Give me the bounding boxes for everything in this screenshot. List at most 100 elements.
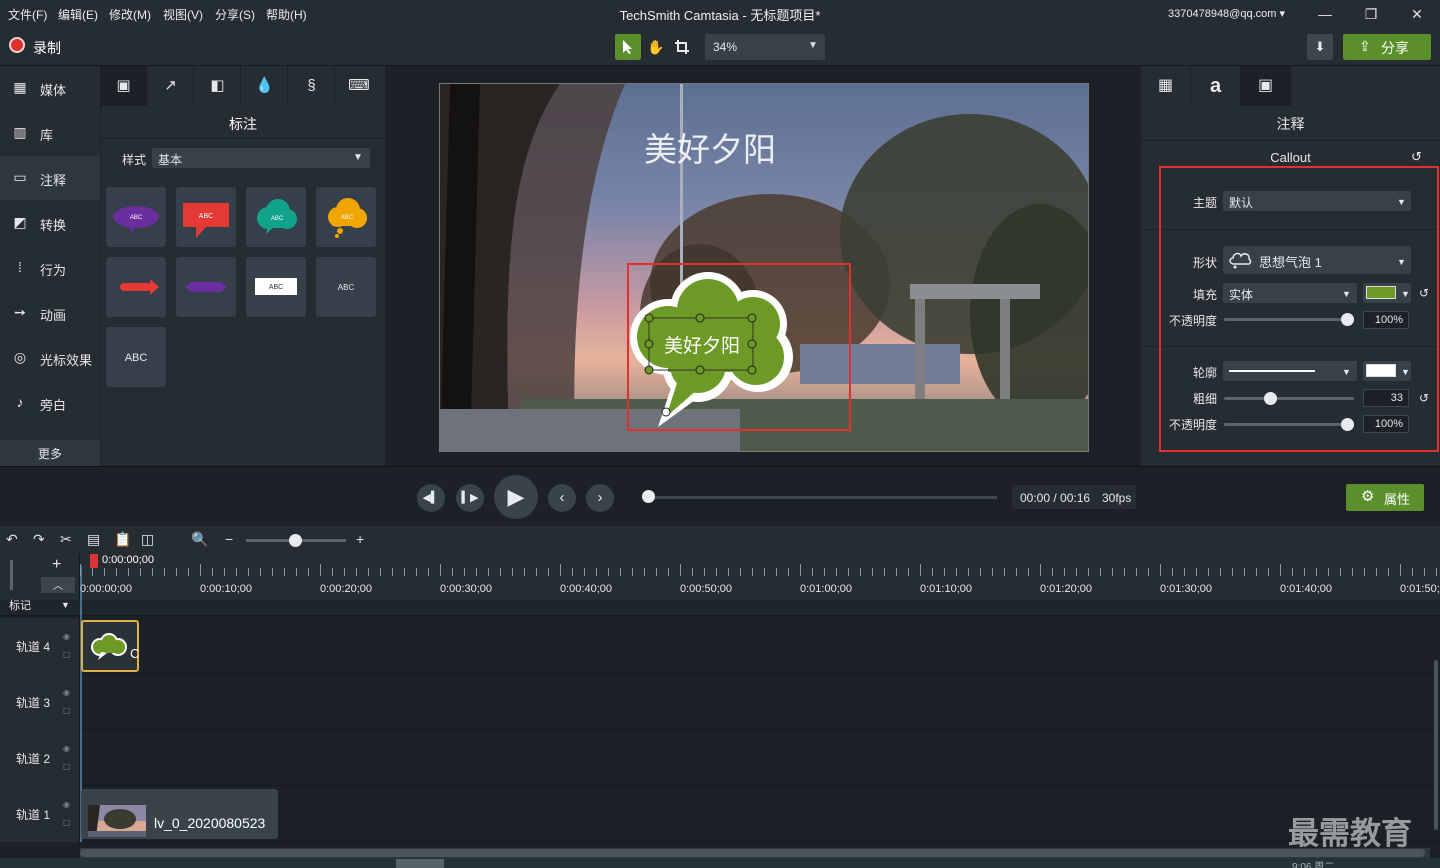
- record-icon[interactable]: [9, 37, 25, 53]
- track-height-slider[interactable]: [10, 560, 13, 590]
- eye-icon[interactable]: ◉: [63, 632, 70, 641]
- annotation-icon: ▭: [13, 169, 27, 185]
- menu-share[interactable]: 分享(S): [215, 6, 255, 23]
- add-track-icon[interactable]: +: [52, 556, 61, 574]
- style-select[interactable]: 基本: [152, 148, 370, 168]
- watermark: 最需教育: [1288, 816, 1412, 851]
- lock-icon[interactable]: ▢: [63, 706, 71, 715]
- svg-text:ABC: ABC: [130, 215, 143, 221]
- step-forward-button[interactable]: ▍▶: [456, 484, 484, 512]
- callout-section-title: Callout: [1270, 150, 1311, 165]
- sidebar-item-media[interactable]: ▦ 媒体: [0, 66, 100, 110]
- track-header[interactable]: 轨道 2 ◉ ▢: [0, 730, 80, 786]
- menu-edit[interactable]: 编辑(E): [58, 6, 98, 23]
- track-header[interactable]: 轨道 4 ◉ ▢: [0, 618, 80, 674]
- menu-file[interactable]: 文件(F): [8, 6, 47, 23]
- tab-sketch[interactable]: §: [289, 66, 335, 106]
- sidebar-item-voice-narration[interactable]: ♪ 旁白: [0, 381, 100, 425]
- callout-thumb-teal-cloud[interactable]: ABC: [246, 187, 306, 247]
- split-icon[interactable]: ◫: [141, 531, 154, 548]
- tab-text-properties[interactable]: a: [1191, 66, 1241, 106]
- close-button[interactable]: ✕: [1406, 3, 1428, 25]
- microphone-icon: ♪: [16, 394, 24, 410]
- copy-icon[interactable]: ▤: [87, 531, 100, 548]
- zoom-select[interactable]: 34%: [705, 34, 825, 60]
- redo-icon[interactable]: ↷: [33, 531, 45, 548]
- tab-shapes[interactable]: ◧: [195, 66, 241, 106]
- marker-label[interactable]: 标记: [9, 597, 31, 613]
- vertical-scrollbar[interactable]: [1434, 660, 1438, 830]
- playhead-marker[interactable]: [90, 554, 98, 568]
- minimize-button[interactable]: —: [1314, 3, 1336, 25]
- callout-thumb-purple-speech[interactable]: ABC: [106, 187, 166, 247]
- account-email: 3370478948@qq.com: [1168, 8, 1277, 20]
- properties-button[interactable]: 属性: [1346, 484, 1424, 511]
- next-button[interactable]: ›: [586, 484, 614, 512]
- search-icon[interactable]: 🔍: [191, 531, 208, 548]
- lock-icon[interactable]: ▢: [63, 650, 71, 659]
- playback-scrubber[interactable]: [643, 496, 997, 499]
- callout-thumb-red-arrow[interactable]: [106, 257, 166, 317]
- callout-thumb-red-speech[interactable]: ABC: [176, 187, 236, 247]
- ruler-tick-label: 0:00:20;00: [320, 583, 372, 595]
- zoom-out-icon[interactable]: −: [225, 531, 233, 547]
- previous-button[interactable]: ‹: [548, 484, 576, 512]
- hand-tool-button[interactable]: ✋: [643, 34, 669, 60]
- blur-icon: 💧: [255, 77, 274, 94]
- tab-keystroke[interactable]: ⌨: [336, 66, 382, 106]
- pointer-tool-button[interactable]: [615, 34, 641, 60]
- canvas-title-text[interactable]: 美好夕阳: [600, 123, 820, 171]
- zoom-in-icon[interactable]: +: [356, 531, 364, 547]
- callout-clip[interactable]: C: [81, 620, 139, 672]
- step-back-button[interactable]: ◀▍: [417, 484, 445, 512]
- timeline-ruler[interactable]: [80, 554, 1440, 600]
- slider-handle[interactable]: [289, 534, 302, 547]
- share-button[interactable]: 分享: [1343, 34, 1431, 60]
- reset-icon[interactable]: ↺: [1411, 149, 1422, 165]
- tab-clip-properties[interactable]: ▦: [1141, 66, 1191, 106]
- sidebar-item-transitions[interactable]: ◩ 转换: [0, 201, 100, 245]
- menu-view[interactable]: 视图(V): [163, 6, 203, 23]
- menu-help[interactable]: 帮助(H): [266, 6, 307, 23]
- crop-tool-button[interactable]: [669, 34, 695, 60]
- sidebar-item-animations[interactable]: ➙ 动画: [0, 291, 100, 335]
- tab-blur[interactable]: 💧: [242, 66, 288, 106]
- lock-icon[interactable]: ▢: [63, 762, 71, 771]
- tab-arrows[interactable]: ↗: [148, 66, 194, 106]
- eye-icon[interactable]: ◉: [63, 800, 70, 809]
- sidebar-item-library[interactable]: ▥ 库: [0, 111, 100, 155]
- sidebar-item-annotations[interactable]: ▭ 注释: [0, 156, 100, 200]
- callout-thumb-amber-thought[interactable]: ABC: [316, 187, 376, 247]
- callout-thumb-plain-text[interactable]: ABC: [316, 257, 376, 317]
- chevron-up-icon: ︿: [53, 581, 63, 592]
- sidebar-item-behaviors[interactable]: ⁞ 行为: [0, 246, 100, 290]
- scrollbar-thumb[interactable]: [80, 849, 1425, 857]
- callout-thumb-purple-banner[interactable]: [176, 257, 236, 317]
- eye-icon[interactable]: ◉: [63, 688, 70, 697]
- track-header[interactable]: 轨道 3 ◉ ▢: [0, 674, 80, 730]
- sidebar-item-cursor-effects[interactable]: ◎ 光标效果: [0, 336, 100, 380]
- paste-icon[interactable]: 📋: [114, 531, 131, 548]
- callout-thumb-large-text[interactable]: ABC: [106, 327, 166, 387]
- download-button[interactable]: ⬇: [1307, 34, 1333, 60]
- play-button[interactable]: ▶: [494, 475, 538, 519]
- callout-thumb-white-box[interactable]: ABC: [246, 257, 306, 317]
- more-button[interactable]: 更多: [0, 440, 100, 466]
- tab-callout-properties[interactable]: ▣: [1241, 66, 1291, 106]
- lock-icon[interactable]: ▢: [63, 818, 71, 827]
- account-menu[interactable]: 3370478948@qq.com ▾: [1168, 7, 1285, 20]
- scrubber-handle[interactable]: [642, 490, 655, 503]
- collapse-button[interactable]: ︿: [41, 577, 75, 593]
- taskbar-clock: 9:06 周二: [1292, 862, 1335, 868]
- restore-button[interactable]: ❐: [1360, 3, 1382, 25]
- track-header[interactable]: 轨道 1 ◉ ▢: [0, 786, 80, 842]
- cut-icon[interactable]: ✂: [60, 531, 72, 548]
- sidebar-item-label: 动画: [40, 308, 67, 323]
- taskbar-item[interactable]: [396, 859, 444, 868]
- eye-icon[interactable]: ◉: [63, 744, 70, 753]
- menu-modify[interactable]: 修改(M): [109, 6, 151, 23]
- tab-callouts[interactable]: ▣: [101, 66, 147, 106]
- record-button-label[interactable]: 录制: [33, 38, 61, 58]
- chevron-down-icon[interactable]: ▼: [61, 600, 70, 610]
- undo-icon[interactable]: ↶: [6, 531, 18, 548]
